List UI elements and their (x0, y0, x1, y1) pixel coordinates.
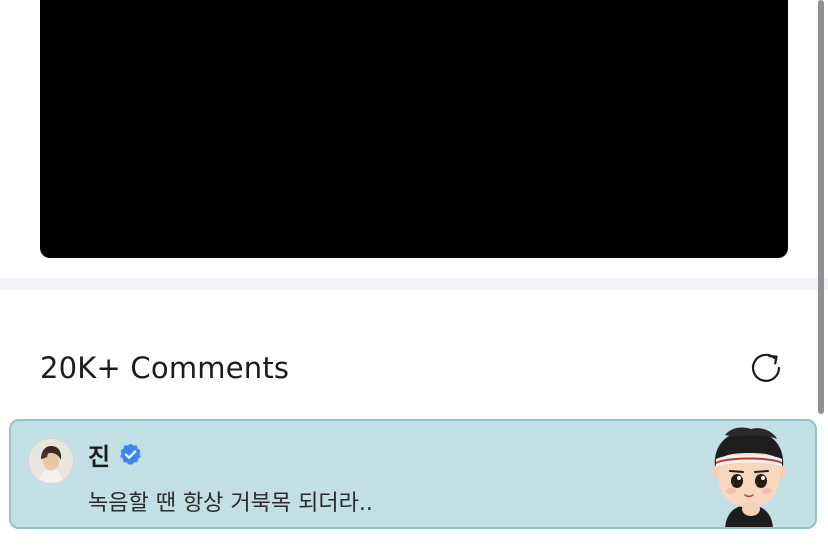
app-page: 20K+ Comments 진 녹음할 땐 항상 거북목 되더라.. (0, 0, 828, 547)
comment-text: 녹음할 땐 항상 거북목 되더라.. (88, 491, 373, 516)
author-row: 진 (88, 437, 143, 471)
refresh-icon (751, 353, 781, 382)
scrollbar-thumb[interactable] (818, 0, 824, 414)
highlighted-comment-card[interactable]: 진 녹음할 땐 항상 거북목 되더라.. (9, 419, 817, 529)
verified-badge-icon (118, 442, 143, 467)
character-sticker-icon (712, 427, 786, 527)
section-divider (0, 278, 828, 290)
comments-count: 20K+ Comments (40, 351, 290, 385)
character-sticker (703, 427, 795, 527)
refresh-button[interactable] (744, 346, 788, 390)
author-avatar[interactable] (28, 438, 74, 484)
author-name[interactable]: 진 (88, 437, 110, 472)
user-avatar-icon (29, 439, 73, 483)
scrollbar[interactable] (814, 0, 828, 547)
video-player[interactable] (40, 0, 788, 258)
comments-header: 20K+ Comments (40, 346, 788, 390)
